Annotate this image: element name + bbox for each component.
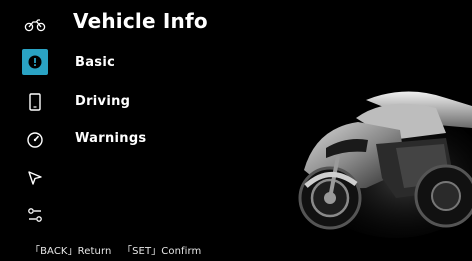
settings-sliders-icon (26, 206, 44, 224)
phone-icon (28, 93, 42, 111)
menu-item-warnings[interactable]: Warnings (75, 131, 146, 146)
menu-item-basic[interactable]: Basic (75, 55, 115, 70)
footer-set-hint: 「SET」Confirm (122, 242, 201, 257)
sidebar-item-warnings[interactable] (22, 127, 48, 153)
page-title: Vehicle Info (73, 9, 208, 33)
info-circle-icon (27, 54, 43, 70)
vehicle-info-screen: Vehicle Info Basic Driving Warnings 「BAC… (0, 0, 472, 261)
sidebar-item-basic[interactable] (22, 49, 48, 75)
motorcycle-image (296, 78, 472, 238)
motorcycle-icon (22, 12, 48, 38)
set-key-label: 「SET」 (122, 246, 162, 257)
set-action-label: Confirm (161, 246, 202, 257)
sidebar-item-driving[interactable] (22, 89, 48, 115)
sidebar-item-navigation[interactable] (22, 165, 48, 191)
footer-back-hint: 「BACK」Return (30, 242, 111, 257)
back-action-label: Return (77, 246, 112, 257)
back-key-label: 「BACK」 (30, 246, 78, 257)
gauge-icon (26, 131, 44, 149)
navigation-arrow-icon (26, 169, 44, 187)
menu-item-driving[interactable]: Driving (75, 94, 130, 109)
sidebar-item-settings[interactable] (22, 202, 48, 228)
